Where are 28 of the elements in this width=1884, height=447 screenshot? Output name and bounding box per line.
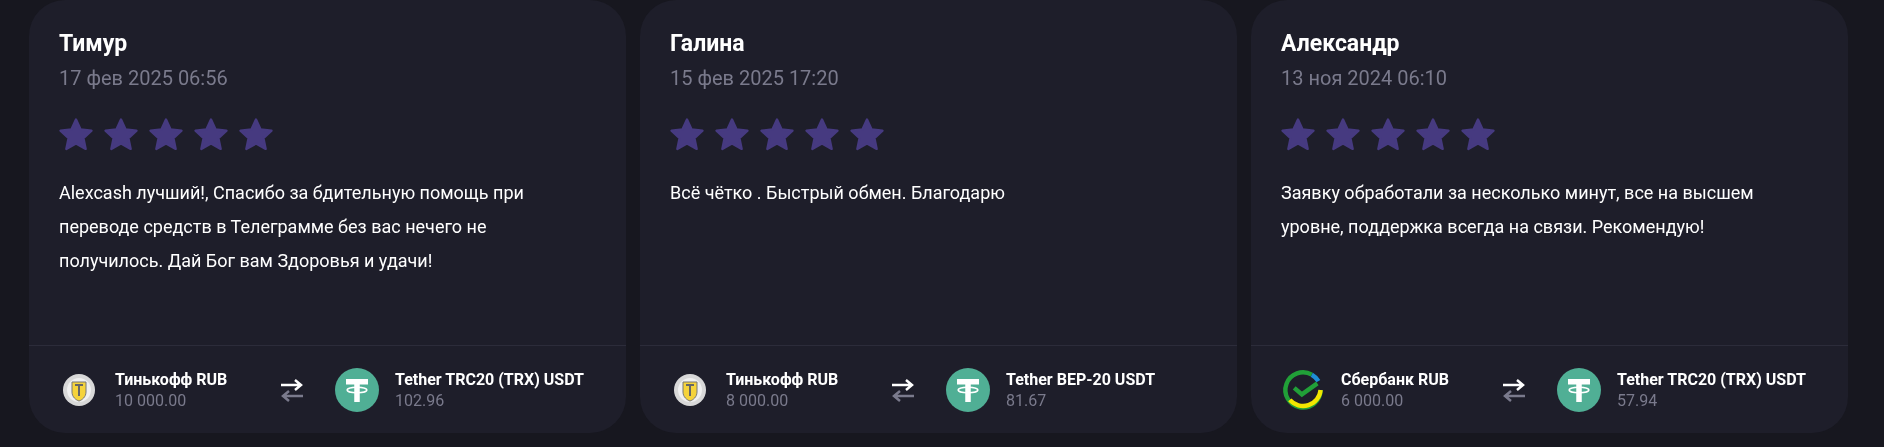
currency-amount: 81.67 <box>1006 389 1048 411</box>
exchange-arrows-icon <box>890 377 916 402</box>
tether-logo-icon <box>946 367 990 412</box>
reviewer-name: Александр <box>1281 30 1401 58</box>
tether-logo-icon <box>1557 367 1601 412</box>
exchange-arrows-icon <box>279 377 305 402</box>
review-date: 13 ноя 2024 06:10 <box>1281 65 1449 92</box>
currency-name: Tether BEP-20 USDT <box>1006 368 1156 390</box>
currency-name: Tether TRC20 (TRX) USDT <box>1617 368 1806 390</box>
tether-logo-icon <box>335 367 379 412</box>
review-text: Alexcash лучший!, Спасибо за бдительную помощь при переводе средств в Телеграмме без вас нечего не получилось. Дай Бог вам Здоровья и удачи! <box>59 181 525 273</box>
currency-name: Tether TRC20 (TRX) USDT <box>395 368 584 390</box>
review-date: 15 фев 2025 17:20 <box>670 65 840 92</box>
currency-name: Сбербанк RUB <box>1341 368 1449 390</box>
review-text: Заявку обработали за несколько минут, все на высшем уровне, поддержка всегда на связи. Рекомендую! <box>1281 181 1755 239</box>
reviewer-name: Тимур <box>59 30 129 58</box>
review-text: Всё чётко . Быстрый обмен. Благодарю <box>670 181 1006 205</box>
currency-amount: 6 000.00 <box>1341 389 1405 411</box>
exchange-arrows-icon <box>1501 377 1527 402</box>
sber-logo-icon <box>1281 367 1325 412</box>
currency-amount: 8 000.00 <box>726 389 790 411</box>
reviewer-name: Галина <box>670 30 746 58</box>
review-date: 17 фев 2025 06:56 <box>59 65 229 92</box>
currency-amount: 57.94 <box>1617 389 1659 411</box>
currency-name: Тинькофф RUB <box>115 368 228 390</box>
currency-amount: 102.96 <box>395 389 446 411</box>
currency-amount: 10 000.00 <box>115 389 188 411</box>
currency-name: Тинькофф RUB <box>726 368 839 390</box>
